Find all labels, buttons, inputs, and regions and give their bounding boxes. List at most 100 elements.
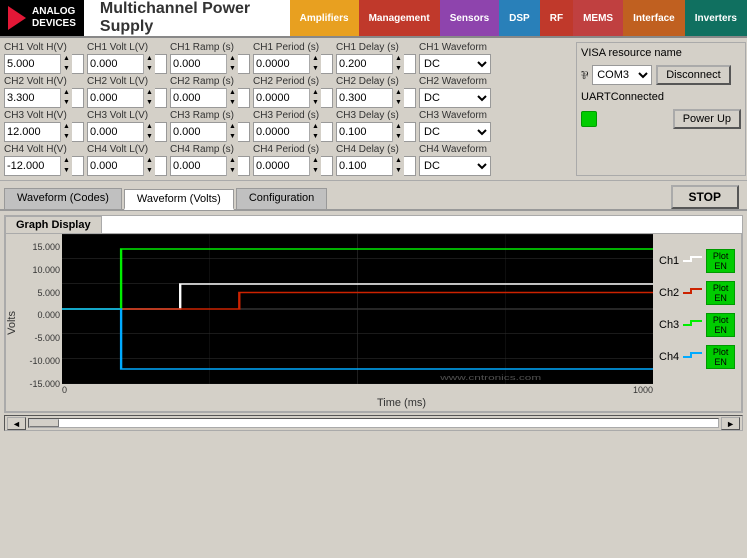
ch3-volt-l-up[interactable]: ▲	[144, 122, 155, 132]
ch4-delay-input[interactable]: 0.100	[337, 159, 392, 173]
uart-label: UARTConnected	[581, 91, 664, 103]
ch4-period-input[interactable]: 0.0000	[254, 159, 309, 173]
ch3-period-down[interactable]: ▼	[310, 132, 321, 142]
disconnect-button[interactable]: Disconnect	[656, 65, 730, 85]
ch1-period-spinbox[interactable]: 0.0000 ▲ ▼	[253, 54, 333, 74]
ch3-volt-h-down[interactable]: ▼	[61, 132, 72, 142]
graph-display-tab[interactable]: Graph Display	[5, 216, 102, 233]
scroll-right-button[interactable]: ►	[721, 417, 740, 430]
ch2-delay-down[interactable]: ▼	[393, 98, 404, 108]
ch3-volt-h-input[interactable]: 12.000	[5, 125, 60, 139]
nav-tab-rf[interactable]: RF	[540, 0, 573, 36]
ch3-ramp-down[interactable]: ▼	[227, 132, 238, 142]
nav-tab-mems[interactable]: MEMS	[573, 0, 623, 36]
ch1-volt-h-input[interactable]: 5.000	[5, 57, 60, 71]
ch1-volt-l-up[interactable]: ▲	[144, 54, 155, 64]
ch1-period-up[interactable]: ▲	[310, 54, 321, 64]
ch1-ramp-down[interactable]: ▼	[227, 64, 238, 74]
power-up-button[interactable]: Power Up	[673, 109, 741, 129]
nav-tab-management[interactable]: Management	[359, 0, 440, 36]
ch4-plot-en-button[interactable]: Plot EN	[706, 345, 735, 369]
ch3-delay-input[interactable]: 0.100	[337, 125, 392, 139]
ch4-ramp-input[interactable]: 0.000	[171, 159, 226, 173]
ch2-delay-input[interactable]: 0.300	[337, 91, 392, 105]
ch2-volt-h-input[interactable]: 3.300	[5, 91, 60, 105]
ch4-delay-up[interactable]: ▲	[393, 156, 404, 166]
ch3-delay-up[interactable]: ▲	[393, 122, 404, 132]
scroll-thumb[interactable]	[29, 419, 59, 427]
nav-tab-inverters[interactable]: Inverters	[685, 0, 747, 36]
tab-configuration[interactable]: Configuration	[236, 188, 327, 209]
ch3-ramp-input[interactable]: 0.000	[171, 125, 226, 139]
stop-button[interactable]: STOP	[671, 185, 739, 209]
ch1-volt-h-label: CH1 Volt H(V)	[4, 42, 84, 53]
ch2-volt-l-input[interactable]: 0.000	[88, 91, 143, 105]
ch1-delay-spinbox[interactable]: 0.200 ▲ ▼	[336, 54, 416, 74]
tab-waveform-codes[interactable]: Waveform (Codes)	[4, 188, 122, 209]
ch3-period-input[interactable]: 0.0000	[254, 125, 309, 139]
scroll-left-button[interactable]: ◄	[7, 417, 26, 430]
ch4-period-up[interactable]: ▲	[310, 156, 321, 166]
ch1-ramp-up[interactable]: ▲	[227, 54, 238, 64]
nav-tab-amplifiers[interactable]: Amplifiers	[290, 0, 359, 36]
ch4-volt-h-up[interactable]: ▲	[61, 156, 72, 166]
tab-waveform-volts[interactable]: Waveform (Volts)	[124, 189, 234, 210]
ch2-waveform-select[interactable]: DC	[419, 88, 491, 108]
ch2-delay-up[interactable]: ▲	[393, 88, 404, 98]
ch3-delay-down[interactable]: ▼	[393, 132, 404, 142]
ch4-ramp-up[interactable]: ▲	[227, 156, 238, 166]
scrollbar[interactable]: ◄ ►	[4, 415, 743, 431]
ch4-ramp-down[interactable]: ▼	[227, 166, 238, 176]
ch1-plot-en-button[interactable]: Plot EN	[706, 249, 735, 273]
ch3-ramp-up[interactable]: ▲	[227, 122, 238, 132]
nav-tab-interface[interactable]: Interface	[623, 0, 685, 36]
ch2-volt-l-down[interactable]: ▼	[144, 98, 155, 108]
ch2-ramp-input[interactable]: 0.000	[171, 91, 226, 105]
ch4-volt-l-input[interactable]: 0.000	[88, 159, 143, 173]
ch1-delay-up[interactable]: ▲	[393, 54, 404, 64]
ch1-waveform-select[interactable]: DCSineSquare	[419, 54, 491, 74]
ch4-waveform-select[interactable]: DC	[419, 156, 491, 176]
ch2-plot-en-button[interactable]: Plot EN	[706, 281, 735, 305]
ch3-volt-h-up[interactable]: ▲	[61, 122, 72, 132]
ch1-ramp-spinbox[interactable]: 0.000 ▲ ▼	[170, 54, 250, 74]
visa-port-select[interactable]: COM3COM1COM2	[592, 65, 652, 85]
ch1-volt-h-up[interactable]: ▲	[61, 54, 72, 64]
ch4-volt-h-input[interactable]: -12.000	[5, 159, 60, 173]
ch4-volt-h-down[interactable]: ▼	[61, 166, 72, 176]
ch3-volt-l-input[interactable]: 0.000	[88, 125, 143, 139]
ch2-volt-h-up[interactable]: ▲	[61, 88, 72, 98]
ch1-period-down[interactable]: ▼	[310, 64, 321, 74]
ch2-period-down[interactable]: ▼	[310, 98, 321, 108]
ch1-delay-input[interactable]: 0.200	[337, 57, 392, 71]
scroll-track[interactable]	[28, 418, 719, 428]
ch1-volt-h-down[interactable]: ▼	[61, 64, 72, 74]
ch2-period-up[interactable]: ▲	[310, 88, 321, 98]
ch4-period-control: CH4 Period (s) 0.0000 ▲ ▼	[253, 144, 333, 176]
ch2-volt-l-up[interactable]: ▲	[144, 88, 155, 98]
legend-ch3: Ch3 Plot EN	[659, 313, 735, 337]
ch1-volt-h-spinbox[interactable]: 5.000 ▲ ▼	[4, 54, 84, 74]
ch4-volt-l-up[interactable]: ▲	[144, 156, 155, 166]
nav-tab-sensors[interactable]: Sensors	[440, 0, 499, 36]
ch1-volt-l-down[interactable]: ▼	[144, 64, 155, 74]
ch1-ramp-input[interactable]: 0.000	[171, 57, 226, 71]
nav-tab-dsp[interactable]: DSP	[499, 0, 540, 36]
ch3-period-up[interactable]: ▲	[310, 122, 321, 132]
ch4-period-down[interactable]: ▼	[310, 166, 321, 176]
ch3-volt-l-down[interactable]: ▼	[144, 132, 155, 142]
ch2-volt-h-down[interactable]: ▼	[61, 98, 72, 108]
ch2-ramp-down[interactable]: ▼	[227, 98, 238, 108]
ch1-delay-down[interactable]: ▼	[393, 64, 404, 74]
ch2-ramp-up[interactable]: ▲	[227, 88, 238, 98]
ch4-delay-down[interactable]: ▼	[393, 166, 404, 176]
ch1-volt-l-input[interactable]: 0.000	[88, 57, 143, 71]
ch3-waveform-select[interactable]: DC	[419, 122, 491, 142]
ch3-plot-en-button[interactable]: Plot EN	[706, 313, 735, 337]
ch1-period-input[interactable]: 0.0000	[254, 57, 309, 71]
ch1-volt-l-spinbox[interactable]: 0.000 ▲ ▼	[87, 54, 167, 74]
ch2-volt-h-control: CH2 Volt H(V) 3.300 ▲ ▼	[4, 76, 84, 108]
legend-ch4: Ch4 Plot EN	[659, 345, 735, 369]
ch4-volt-l-down[interactable]: ▼	[144, 166, 155, 176]
ch2-period-input[interactable]: 0.0000	[254, 91, 309, 105]
